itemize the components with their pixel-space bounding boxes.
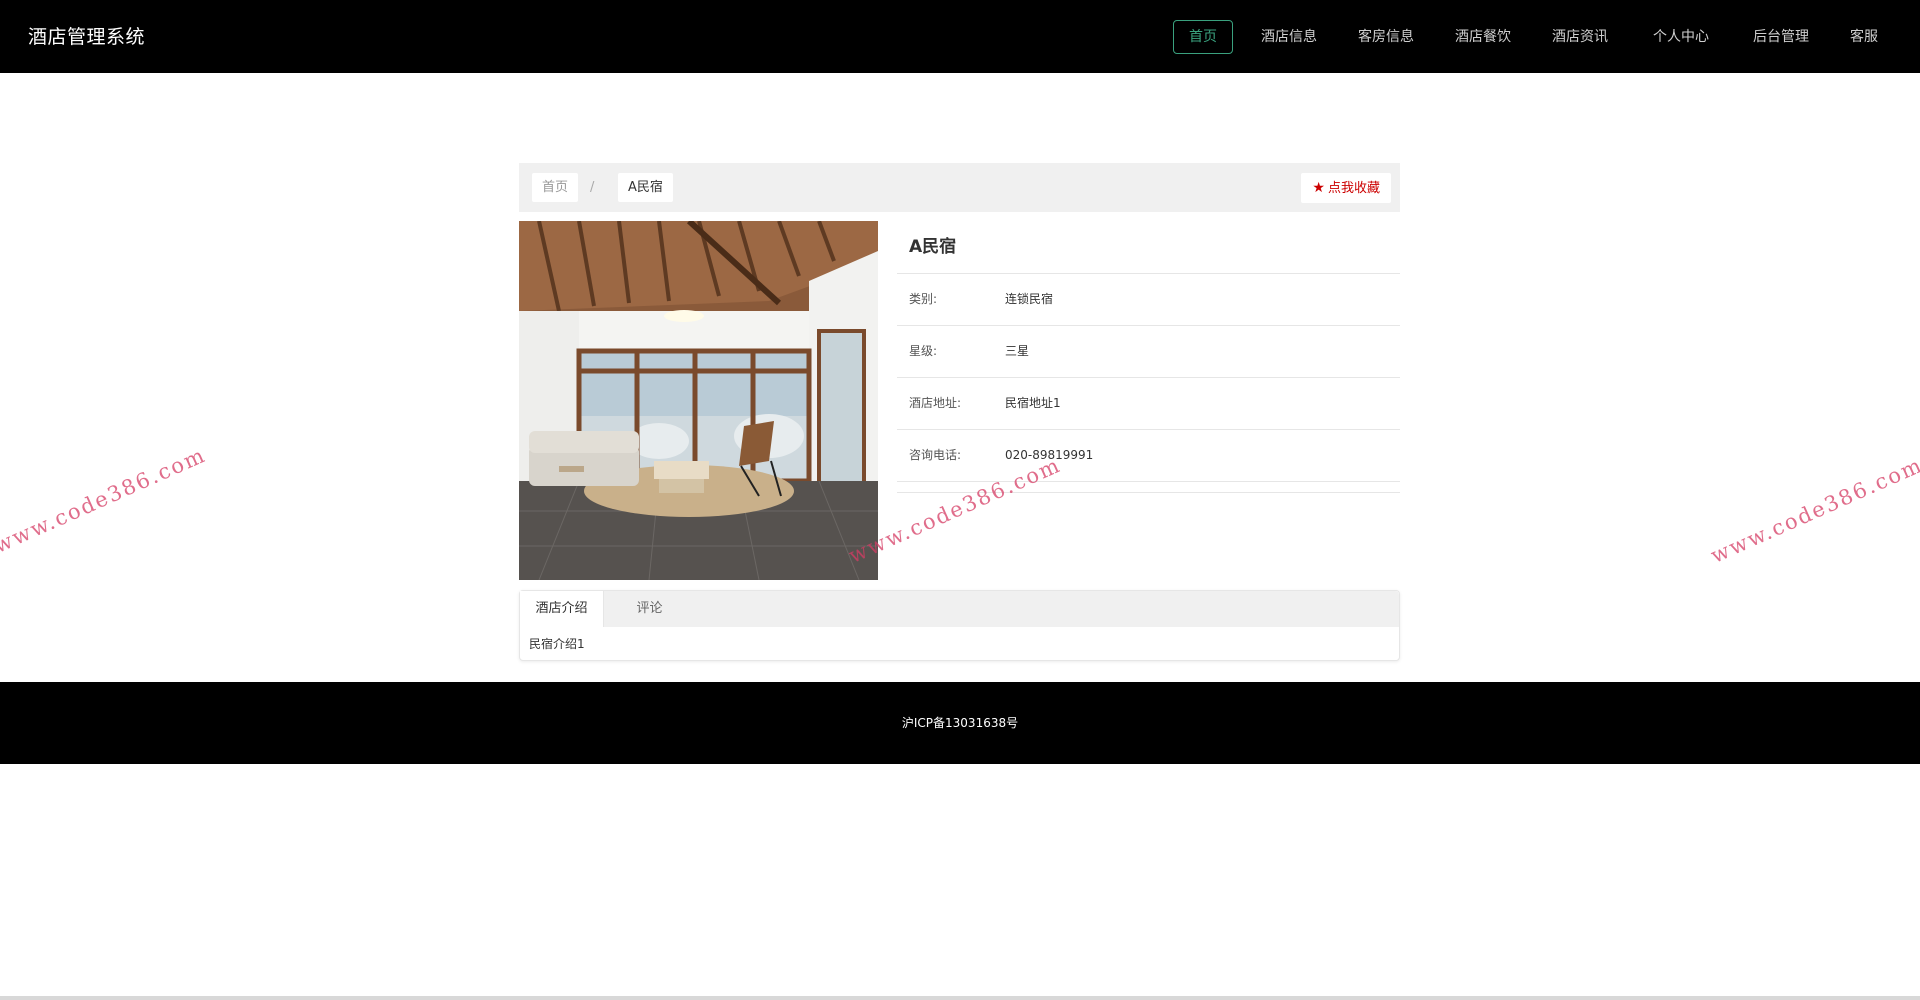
breadcrumb-separator: /: [590, 180, 595, 195]
category-value: 连锁民宿: [1005, 292, 1054, 306]
site-brand[interactable]: 酒店管理系统: [28, 22, 145, 49]
living-room-photo: [519, 221, 878, 580]
category-label: 类别:: [909, 292, 938, 306]
bottom-divider: [0, 996, 1920, 1000]
star-rating-label: 星级:: [909, 344, 938, 358]
info-divider: [897, 482, 1400, 493]
nav-home[interactable]: 首页: [1173, 20, 1233, 54]
star-rating-value: 三星: [1005, 344, 1030, 358]
breadcrumb-home-link[interactable]: 首页: [532, 173, 579, 202]
breadcrumb: 首页 / A民宿 ★ 点我收藏: [519, 163, 1400, 212]
nav-news[interactable]: 酒店资讯: [1544, 20, 1616, 54]
icp-license: 沪ICP备13031638号: [901, 716, 1019, 730]
nav-hotel-info[interactable]: 酒店信息: [1253, 20, 1325, 54]
tab-header: 酒店介绍 评论: [520, 591, 1399, 627]
address-label: 酒店地址:: [909, 396, 962, 410]
watermark-right: www.code386.com: [1707, 452, 1920, 568]
hotel-photo: [519, 221, 878, 580]
hotel-info-panel: A民宿 类别: 连锁民宿 星级: 三星 酒店地址: 民宿地址1 咨询电话: 02…: [897, 221, 1400, 493]
nav-support[interactable]: 客服: [1842, 20, 1886, 54]
nav-user-center[interactable]: 个人中心: [1645, 20, 1717, 54]
watermark-left: www.code386.com: [0, 442, 210, 558]
info-row-star-rating: 星级: 三星: [897, 326, 1400, 378]
info-row-phone: 咨询电话: 020-89819991: [897, 430, 1400, 482]
phone-value: 020-89819991: [1005, 448, 1094, 462]
breadcrumb-current: A民宿: [618, 173, 673, 202]
star-icon: ★: [1312, 180, 1325, 196]
tab-hotel-intro[interactable]: 酒店介绍: [520, 591, 604, 627]
address-value: 民宿地址1: [1005, 396, 1061, 410]
nav-admin[interactable]: 后台管理: [1745, 20, 1817, 54]
hotel-name: A民宿: [897, 221, 1400, 274]
info-row-category: 类别: 连锁民宿: [897, 274, 1400, 326]
tab-comments[interactable]: 评论: [603, 591, 696, 627]
top-navbar: 酒店管理系统 首页 酒店信息 客房信息 酒店餐饮 酒店资讯 个人中心 后台管理 …: [0, 0, 1920, 73]
nav-room-info[interactable]: 客房信息: [1350, 20, 1422, 54]
page-footer: 沪ICP备13031638号: [0, 682, 1920, 764]
tab-content: 民宿介绍1: [529, 637, 585, 651]
info-row-address: 酒店地址: 民宿地址1: [897, 378, 1400, 430]
favorite-label: 点我收藏: [1327, 181, 1380, 196]
favorite-button[interactable]: ★ 点我收藏: [1301, 173, 1391, 203]
detail-tabs: 酒店介绍 评论 民宿介绍1: [519, 590, 1400, 661]
phone-label: 咨询电话:: [909, 448, 962, 462]
nav-dining[interactable]: 酒店餐饮: [1447, 20, 1519, 54]
